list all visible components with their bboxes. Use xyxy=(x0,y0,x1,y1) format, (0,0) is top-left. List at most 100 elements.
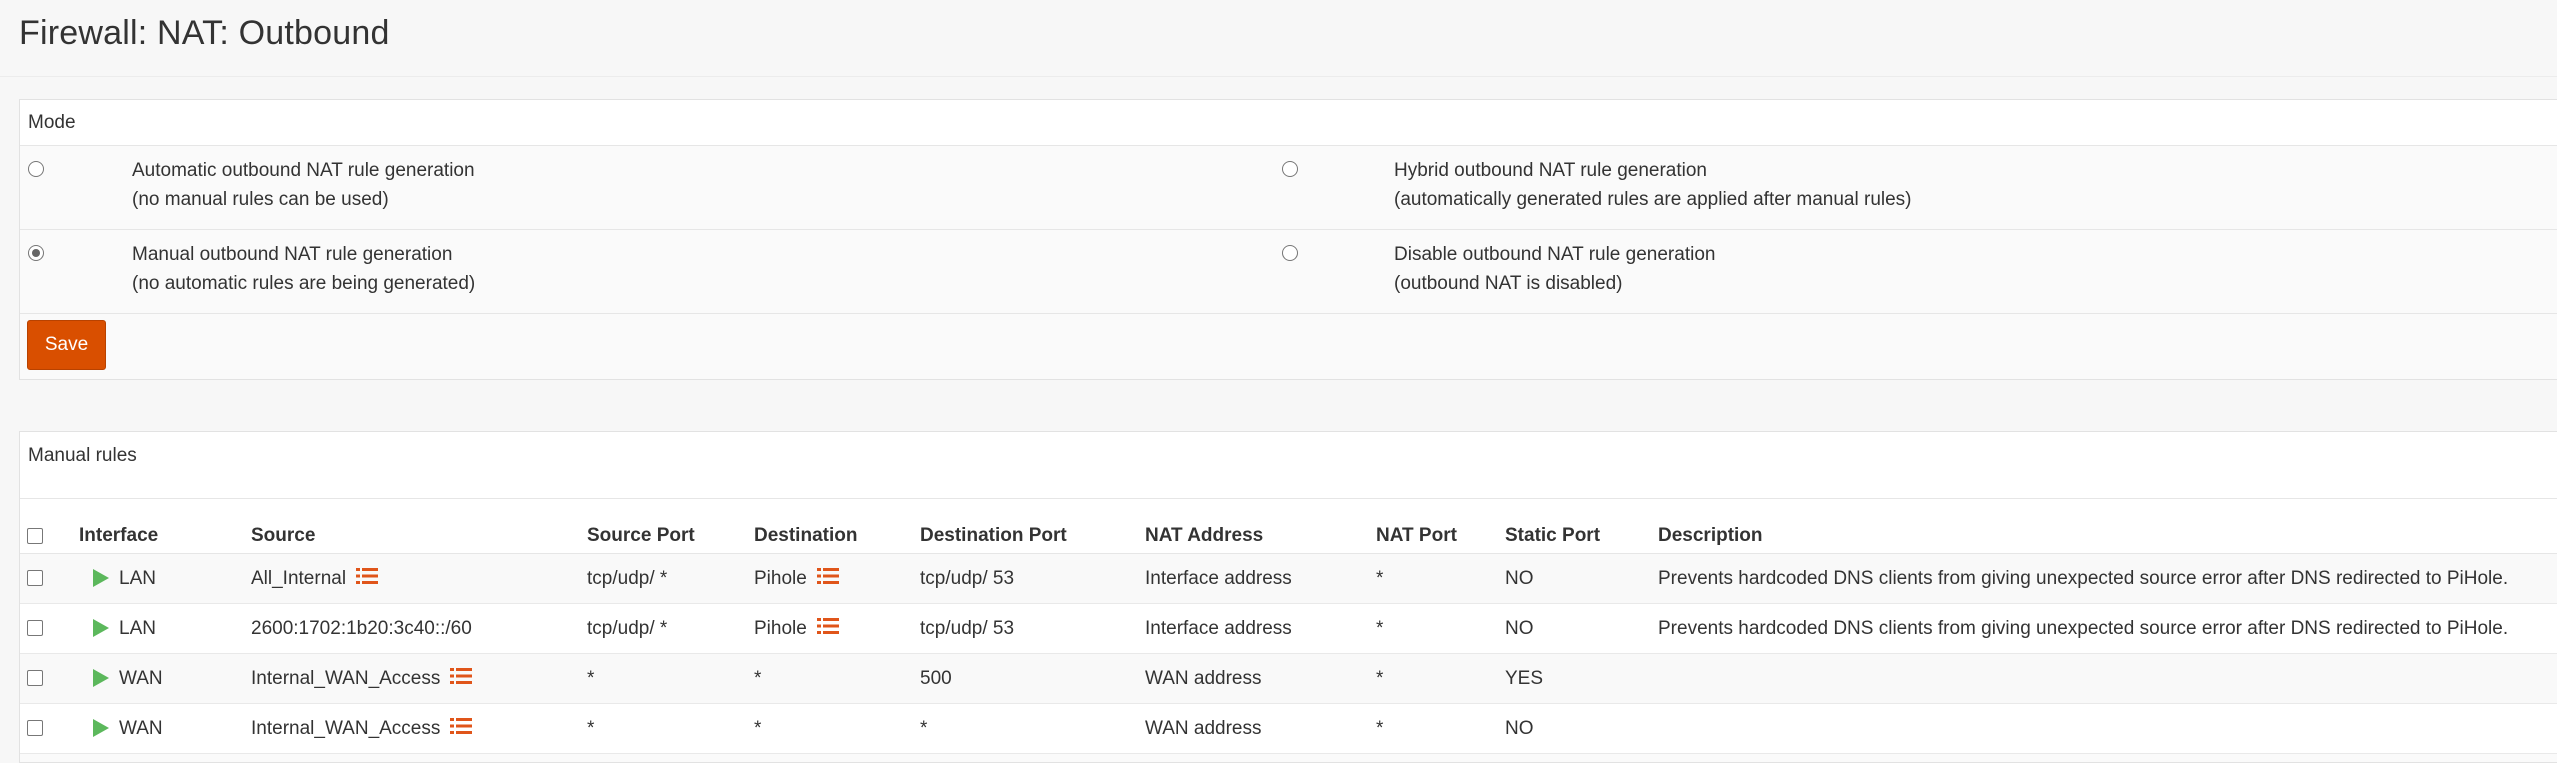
disable-mode-title: Disable outbound NAT rule generation xyxy=(1394,244,1716,265)
row-select-cell xyxy=(20,653,79,704)
row-source-cell: Internal_WAN_Access xyxy=(251,703,587,754)
col-source[interactable]: Source xyxy=(251,499,587,554)
hybrid-mode-radio[interactable] xyxy=(1282,161,1298,177)
row-source-cell: All_Internal xyxy=(251,553,587,604)
col-destination[interactable]: Destination xyxy=(754,499,920,554)
row-source-port: tcp/udp/ * xyxy=(587,603,754,654)
table-row[interactable]: WAN Internal_WAN_Access * * 500 WAN address * Y… xyxy=(20,653,2557,704)
row-static-port: NO xyxy=(1505,603,1658,654)
hybrid-mode-label: Hybrid outbound NAT rule generation (aut… xyxy=(1394,156,1912,214)
play-triangle-icon[interactable] xyxy=(93,569,109,588)
row-source-port: tcp/udp/ * xyxy=(587,553,754,604)
row-source: All_Internal xyxy=(251,567,347,589)
save-button[interactable]: Save xyxy=(27,320,106,370)
source-alias-list-icon[interactable] xyxy=(450,667,473,685)
row-description xyxy=(1658,703,2557,754)
automatic-mode-title: Automatic outbound NAT rule generation xyxy=(132,160,475,181)
row-source: 2600:1702:1b20:3c40::/60 xyxy=(251,617,472,639)
row-destination-port: tcp/udp/ 53 xyxy=(920,553,1145,604)
manual-mode-subtitle: (no automatic rules are being generated) xyxy=(132,273,476,294)
select-all-checkbox[interactable] xyxy=(27,527,43,544)
row-source-cell: Internal_WAN_Access xyxy=(251,653,587,704)
disable-mode-subtitle: (outbound NAT is disabled) xyxy=(1394,273,1623,294)
automatic-mode-radio[interactable] xyxy=(28,161,44,177)
manual-rules-panel: Manual rules Interface Source Source Por… xyxy=(19,431,2557,763)
row-checkbox[interactable] xyxy=(27,620,43,637)
row-destination: * xyxy=(754,667,762,689)
row-destination-cell: Pihole xyxy=(754,553,920,604)
manual-mode-label: Manual outbound NAT rule generation (no … xyxy=(132,240,475,298)
destination-alias-list-icon[interactable] xyxy=(816,567,839,585)
source-alias-list-icon[interactable] xyxy=(356,567,379,585)
col-source-port[interactable]: Source Port xyxy=(587,499,754,554)
table-row[interactable]: WAN Internal_WAN_Access * * * WAN address * NO xyxy=(20,703,2557,754)
row-static-port: NO xyxy=(1505,703,1658,754)
mode-option-disable[interactable]: Disable outbound NAT rule generation (ou… xyxy=(1282,230,2557,313)
col-nat-address[interactable]: NAT Address xyxy=(1145,499,1376,554)
row-checkbox[interactable] xyxy=(27,670,43,687)
row-nat-port: * xyxy=(1376,553,1505,604)
mode-option-automatic[interactable]: Automatic outbound NAT rule generation (… xyxy=(20,146,1282,229)
mode-option-manual[interactable]: Manual outbound NAT rule generation (no … xyxy=(20,230,1282,313)
play-triangle-icon[interactable] xyxy=(93,719,109,738)
col-static-port[interactable]: Static Port xyxy=(1505,499,1658,554)
automatic-mode-subtitle: (no manual rules can be used) xyxy=(132,189,389,210)
row-nat-address: WAN address xyxy=(1145,653,1376,704)
rules-table: Interface Source Source Port Destination… xyxy=(20,499,2557,754)
table-row[interactable]: LAN All_Internal tcp/udp/ * Pihole tcp/udp/ … xyxy=(20,553,2557,604)
table-header-row: Interface Source Source Port Destination… xyxy=(20,499,2557,554)
col-nat-port[interactable]: NAT Port xyxy=(1376,499,1505,554)
row-nat-address: Interface address xyxy=(1145,603,1376,654)
source-alias-list-icon[interactable] xyxy=(450,717,473,735)
page-title: Firewall: NAT: Outbound xyxy=(19,14,390,52)
row-checkbox[interactable] xyxy=(27,570,43,587)
disable-mode-radio[interactable] xyxy=(1282,245,1298,261)
row-description: Prevents hardcoded DNS clients from givi… xyxy=(1658,603,2557,654)
automatic-mode-label: Automatic outbound NAT rule generation (… xyxy=(132,156,475,214)
row-interface: WAN xyxy=(119,653,251,704)
col-description[interactable]: Description xyxy=(1658,499,2557,554)
row-destination: Pihole xyxy=(754,567,807,589)
mode-panel: Mode Automatic outbound NAT rule generat… xyxy=(19,99,2557,380)
col-interface[interactable]: Interface xyxy=(79,499,251,554)
row-select-cell xyxy=(20,703,79,754)
row-destination-port: * xyxy=(920,703,1145,754)
col-destination-port[interactable]: Destination Port xyxy=(920,499,1145,554)
row-interface: LAN xyxy=(119,603,251,654)
row-status-cell xyxy=(79,603,119,654)
row-status-cell xyxy=(79,553,119,604)
play-triangle-icon[interactable] xyxy=(93,619,109,638)
row-nat-address: Interface address xyxy=(1145,553,1376,604)
row-nat-port: * xyxy=(1376,653,1505,704)
page-header: Firewall: NAT: Outbound xyxy=(0,0,2557,77)
manual-mode-radio[interactable] xyxy=(28,245,44,261)
table-row[interactable]: LAN 2600:1702:1b20:3c40::/60 tcp/udp/ * Pih… xyxy=(20,603,2557,654)
row-nat-port: * xyxy=(1376,703,1505,754)
row-destination: Pihole xyxy=(754,617,807,639)
row-checkbox[interactable] xyxy=(27,720,43,737)
row-destination-cell: Pihole xyxy=(754,603,920,654)
row-destination: * xyxy=(754,717,762,739)
row-status-cell xyxy=(79,653,119,704)
row-source: Internal_WAN_Access xyxy=(251,717,441,739)
mode-panel-heading: Mode xyxy=(20,100,2557,146)
mode-option-hybrid[interactable]: Hybrid outbound NAT rule generation (aut… xyxy=(1282,146,2557,229)
row-description: Prevents hardcoded DNS clients from givi… xyxy=(1658,553,2557,604)
play-triangle-icon[interactable] xyxy=(93,669,109,688)
manual-rules-heading: Manual rules xyxy=(20,432,2557,499)
destination-alias-list-icon[interactable] xyxy=(816,617,839,635)
mode-row-2: Manual outbound NAT rule generation (no … xyxy=(20,230,2557,314)
row-source: Internal_WAN_Access xyxy=(251,667,441,689)
row-static-port: YES xyxy=(1505,653,1658,704)
hybrid-mode-subtitle: (automatically generated rules are appli… xyxy=(1394,189,1912,210)
row-interface: LAN xyxy=(119,553,251,604)
row-status-cell xyxy=(79,703,119,754)
row-nat-address: WAN address xyxy=(1145,703,1376,754)
row-destination-cell: * xyxy=(754,703,920,754)
row-static-port: NO xyxy=(1505,553,1658,604)
row-nat-port: * xyxy=(1376,603,1505,654)
row-select-cell xyxy=(20,553,79,604)
row-destination-port: tcp/udp/ 53 xyxy=(920,603,1145,654)
row-source-port: * xyxy=(587,703,754,754)
row-source-cell: 2600:1702:1b20:3c40::/60 xyxy=(251,603,587,654)
